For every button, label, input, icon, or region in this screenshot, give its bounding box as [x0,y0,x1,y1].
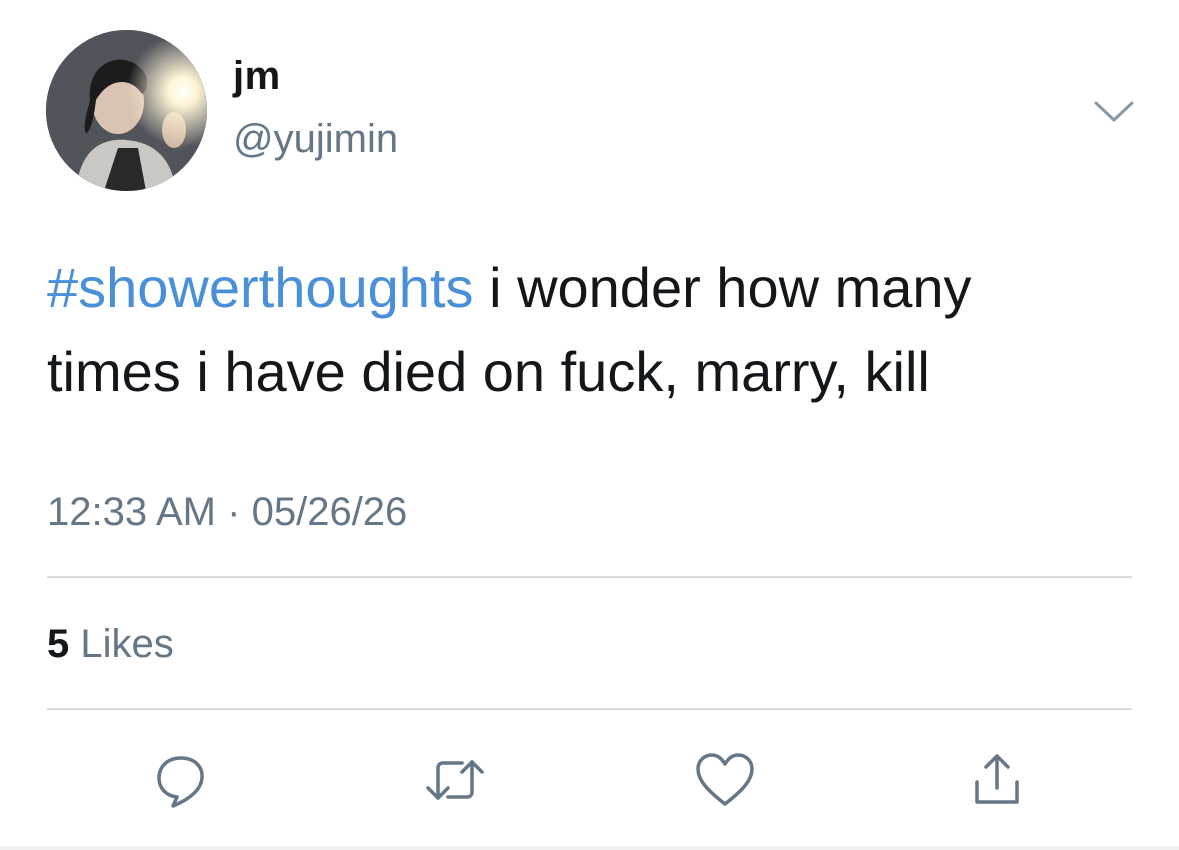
tweet-text: #showerthoughts i wonder how many times i… [47,246,1137,414]
likes-label: Likes [80,622,174,666]
reply-icon [157,756,204,808]
like-button[interactable] [690,745,760,815]
divider [47,576,1132,578]
share-icon [975,754,1019,804]
tweet-timestamp[interactable]: 12:33 AM · 05/26/26 [47,492,407,532]
retweet-icon [426,760,484,800]
tweet-text-line1: i wonder how many [473,256,972,319]
chevron-down-icon[interactable] [1092,96,1136,126]
user-handle[interactable]: @yujimin [233,119,398,159]
likes-count: 5 [47,622,70,666]
likes-stat[interactable]: 5 Likes [47,624,174,664]
meta-separator: · [227,490,241,534]
bottom-edge [0,846,1179,850]
tweet-date: 05/26/26 [251,490,408,534]
tweet-time: 12:33 AM [47,490,217,534]
display-name[interactable]: jm [233,56,281,96]
reply-button[interactable] [146,745,216,815]
tweet-text-line2: times i have died on fuck, marry, kill [47,340,930,403]
hashtag-link[interactable]: #showerthoughts [47,256,474,319]
share-button[interactable] [962,745,1032,815]
divider [47,708,1132,710]
heart-icon [696,753,754,806]
avatar[interactable] [46,30,207,191]
retweet-button[interactable] [420,745,490,815]
avatar-photo [46,30,207,191]
